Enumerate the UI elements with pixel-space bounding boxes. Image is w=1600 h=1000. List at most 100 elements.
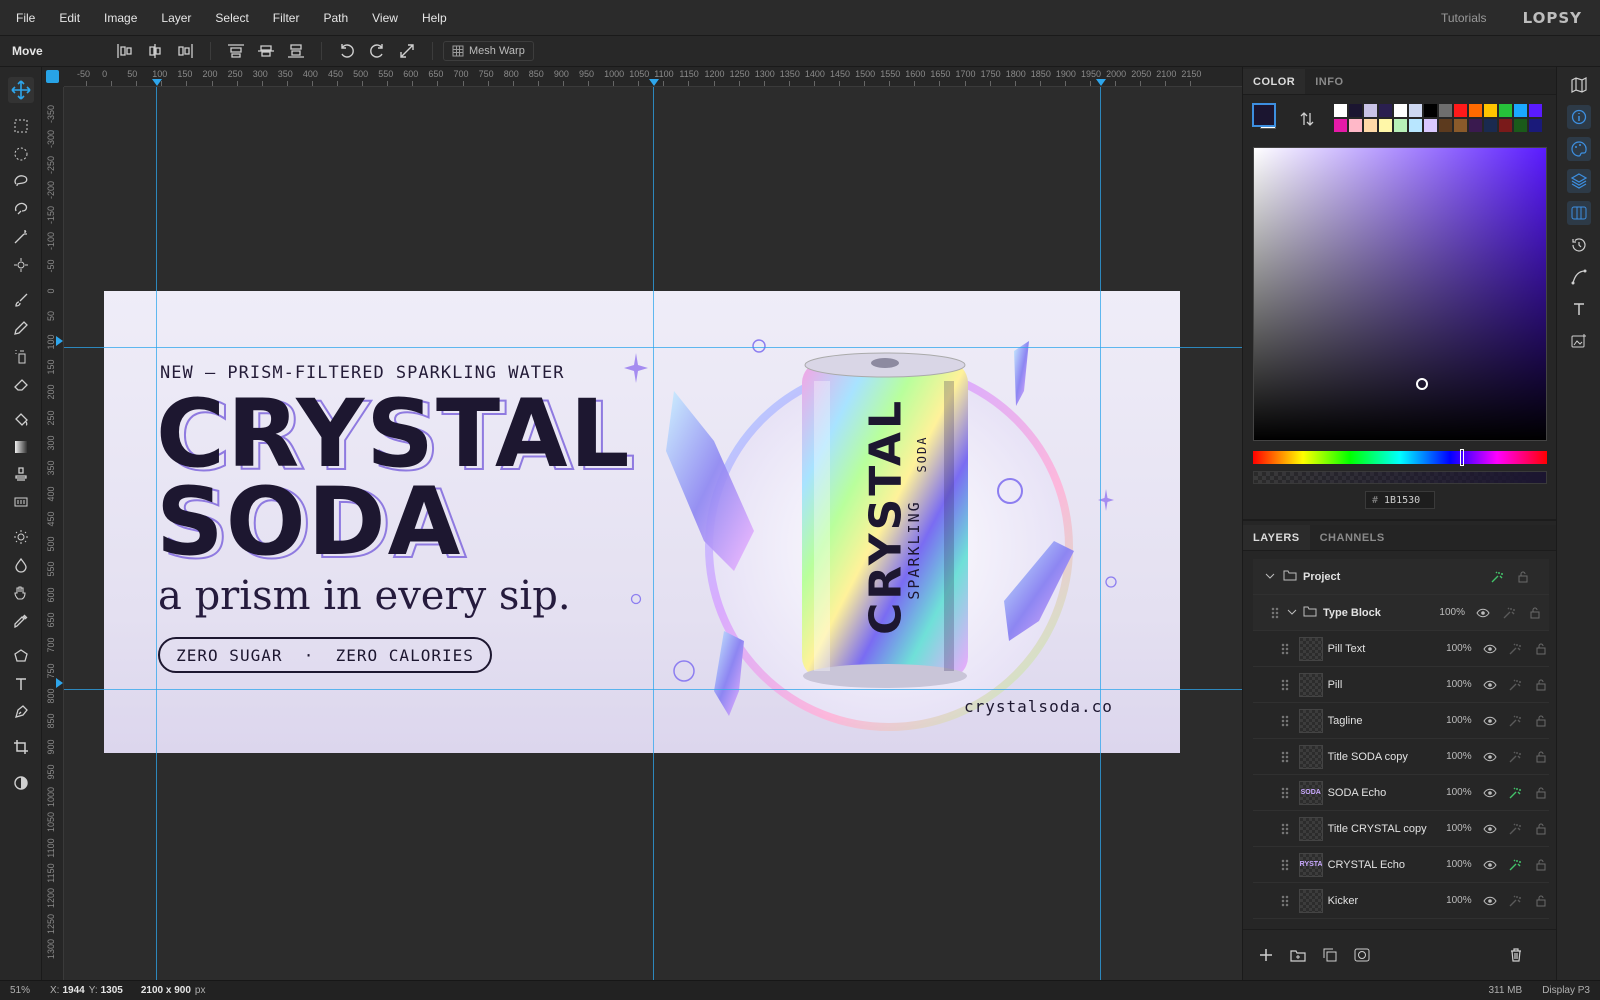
align-top-icon[interactable] [224, 39, 248, 63]
swap-colors-icon[interactable] [1299, 111, 1315, 130]
effects-icon[interactable] [1489, 569, 1505, 585]
effects-icon[interactable] [1507, 857, 1523, 873]
eye-icon[interactable] [1482, 641, 1498, 657]
layer-row[interactable]: CRYSTAL CRYSTAL Echo100% [1253, 847, 1549, 883]
quick-select-icon[interactable] [8, 252, 34, 278]
picker-handle[interactable] [1416, 378, 1428, 390]
guide-horizontal[interactable] [64, 689, 1242, 690]
columns-icon[interactable] [1567, 201, 1591, 225]
menu-image[interactable]: Image [92, 11, 149, 25]
layer-name[interactable]: Tagline [1328, 715, 1437, 727]
layer-opacity[interactable]: 100% [1436, 859, 1472, 870]
color-swatch[interactable] [1483, 103, 1498, 118]
layer-name[interactable]: Type Block [1323, 607, 1429, 619]
type-icon[interactable] [1567, 297, 1591, 321]
ellipse-select-icon[interactable] [8, 141, 34, 167]
zoom-level[interactable]: 51% [0, 985, 42, 996]
layer-row[interactable]: Pill 100% [1253, 667, 1549, 703]
spray-icon[interactable] [8, 343, 34, 369]
lock-icon[interactable] [1533, 893, 1549, 909]
color-swatch[interactable] [1513, 118, 1528, 133]
color-swatch[interactable] [1453, 118, 1468, 133]
guide-vertical[interactable] [1100, 87, 1101, 980]
mesh-warp-button[interactable]: Mesh Warp [443, 41, 534, 61]
color-swatch[interactable] [1408, 103, 1423, 118]
eye-icon[interactable] [1475, 605, 1491, 621]
layer-opacity[interactable]: 100% [1429, 607, 1465, 618]
effects-icon[interactable] [1501, 605, 1517, 621]
layer-name[interactable]: Kicker [1328, 895, 1437, 907]
tutorials-link[interactable]: Tutorials [1429, 11, 1499, 25]
vertical-ruler[interactable]: -350 -300 -250 -200 -150 -100 -50 0 50 100 150 200 2… [42, 87, 64, 980]
dodge-icon[interactable] [8, 524, 34, 550]
lock-icon[interactable] [1533, 713, 1549, 729]
effects-icon[interactable] [1507, 641, 1523, 657]
color-swatch[interactable] [1468, 103, 1483, 118]
guide-marker[interactable] [56, 678, 63, 688]
drag-handle-icon[interactable] [1281, 714, 1289, 727]
pencil-icon[interactable] [8, 315, 34, 341]
chevron-down-icon[interactable] [1287, 607, 1299, 619]
layer-opacity[interactable]: 100% [1436, 787, 1472, 798]
hex-input[interactable]: # 1B1530 [1365, 491, 1435, 509]
layer-name[interactable]: Project [1303, 571, 1489, 583]
drag-handle-icon[interactable] [1281, 678, 1289, 691]
align-bottom-icon[interactable] [284, 39, 308, 63]
pen-icon[interactable] [8, 699, 34, 725]
lock-icon[interactable] [1515, 569, 1531, 585]
lasso-icon[interactable] [8, 168, 34, 194]
mask-icon[interactable] [1351, 944, 1373, 966]
color-swatch[interactable] [1498, 118, 1513, 133]
layer-name[interactable]: Title CRYSTAL copy [1328, 823, 1437, 835]
guide-marker[interactable] [56, 336, 63, 346]
map-icon[interactable] [1567, 73, 1591, 97]
color-swatch[interactable] [1408, 118, 1423, 133]
gradient-icon[interactable] [8, 434, 34, 460]
brush-icon[interactable] [8, 287, 34, 313]
add-layer-icon[interactable] [1255, 944, 1277, 966]
align-vcenter-icon[interactable] [254, 39, 278, 63]
guide-marker[interactable] [152, 79, 162, 86]
new-folder-icon[interactable] [1287, 944, 1309, 966]
menu-select[interactable]: Select [203, 11, 260, 25]
drag-handle-icon[interactable] [1281, 822, 1289, 835]
stamp-icon[interactable] [8, 461, 34, 487]
lock-icon[interactable] [1527, 605, 1543, 621]
guide-marker[interactable] [649, 79, 659, 86]
chevron-down-icon[interactable] [1265, 571, 1277, 583]
eye-icon[interactable] [1482, 677, 1498, 693]
menu-view[interactable]: View [360, 11, 410, 25]
menu-help[interactable]: Help [410, 11, 459, 25]
color-swatch[interactable] [1438, 118, 1453, 133]
magnetic-lasso-icon[interactable] [8, 196, 34, 222]
fg-bg-colors[interactable] [1252, 103, 1282, 133]
color-swatch[interactable] [1363, 103, 1378, 118]
horizontal-ruler[interactable]: -50 0 50 100 150 200 250 300 350 400 450 500 550 600 6… [64, 67, 1242, 87]
expand-icon[interactable] [395, 39, 419, 63]
hue-slider[interactable] [1253, 449, 1547, 466]
layer-row[interactable]: Type Block 100% [1253, 595, 1549, 631]
image-edit-icon[interactable] [1567, 329, 1591, 353]
layer-opacity[interactable]: 100% [1436, 823, 1472, 834]
layer-opacity[interactable]: 100% [1436, 715, 1472, 726]
move-icon[interactable] [8, 77, 34, 103]
tab-channels[interactable]: CHANNELS [1310, 525, 1395, 550]
lock-icon[interactable] [1533, 821, 1549, 837]
lock-icon[interactable] [1533, 785, 1549, 801]
color-swatch[interactable] [1438, 103, 1453, 118]
effects-icon[interactable] [1507, 893, 1523, 909]
color-swatch[interactable] [1453, 103, 1468, 118]
color-swatch[interactable] [1333, 118, 1348, 133]
color-swatch[interactable] [1378, 118, 1393, 133]
effects-icon[interactable] [1507, 749, 1523, 765]
contrast-icon[interactable] [8, 770, 34, 796]
layer-name[interactable]: Pill [1328, 679, 1437, 691]
effects-icon[interactable] [1507, 821, 1523, 837]
drag-handle-icon[interactable] [1271, 606, 1279, 619]
layer-row[interactable]: Pill Text 100% [1253, 631, 1549, 667]
align-right-icon[interactable] [173, 39, 197, 63]
eraser-icon[interactable] [8, 371, 34, 397]
layers-icon[interactable] [1567, 169, 1591, 193]
layer-opacity[interactable]: 100% [1436, 895, 1472, 906]
layer-opacity[interactable]: 100% [1436, 679, 1472, 690]
